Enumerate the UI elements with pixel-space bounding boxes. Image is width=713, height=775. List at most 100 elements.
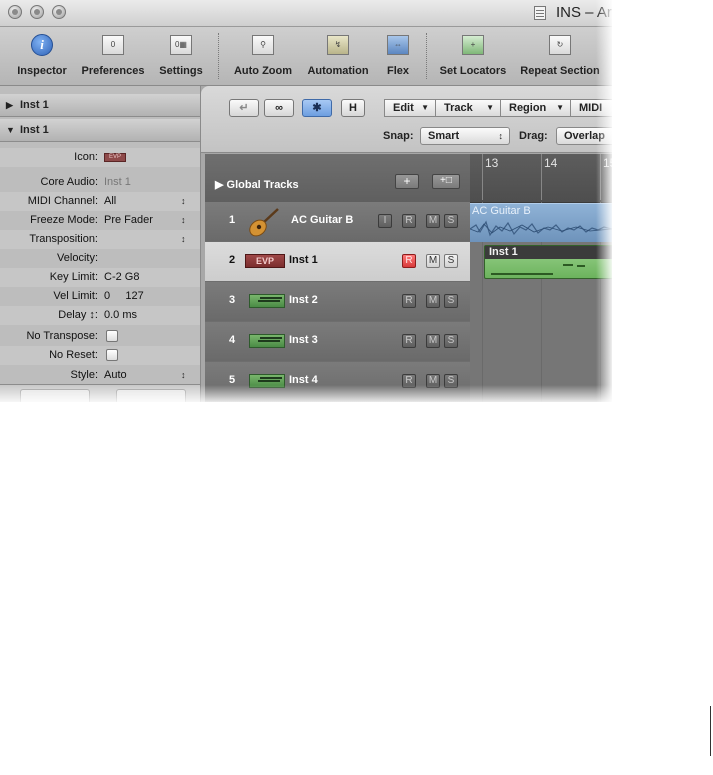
no-reset-checkbox[interactable] — [106, 349, 118, 361]
catch-icon: ↵ — [239, 102, 249, 114]
track-row[interactable]: 3 Inst 2 R M S — [205, 282, 470, 322]
snap-select[interactable]: Smart ↕ — [420, 127, 510, 145]
minimize-window-button[interactable] — [30, 5, 44, 19]
record-enable-button[interactable]: R — [402, 374, 416, 388]
stepper-arrows-icon[interactable]: ↕ — [181, 366, 186, 385]
param-velocity[interactable]: Velocity: — [0, 249, 200, 268]
updown-arrow-icon: ↕ — [498, 131, 504, 141]
solo-button[interactable]: S — [444, 214, 458, 228]
drag-label: Drag: — [519, 130, 548, 142]
input-monitor-button[interactable]: I — [378, 214, 392, 228]
stepper-arrows-icon[interactable]: ↕ — [181, 230, 186, 249]
param-core-audio: Core Audio: Inst 1 — [40, 176, 131, 188]
catch-button[interactable]: ↵ — [229, 99, 259, 117]
param-key-limit[interactable]: Key Limit: C-2 G8 — [0, 268, 200, 287]
mute-button[interactable]: M — [426, 334, 440, 348]
mute-button[interactable]: M — [426, 294, 440, 308]
param-delay[interactable]: Delay ↕: 0.0 ms — [0, 306, 200, 325]
inspector-channel-strips — [0, 384, 200, 402]
param-vel-limit[interactable]: Vel Limit: 0 127 — [0, 287, 200, 306]
main-toolbar: i Inspector 0 Preferences 0▦ Settings ⚲ … — [0, 27, 612, 86]
dropdown-arrow-icon: ▼ — [486, 103, 494, 112]
title-bar: INS – Ar — [0, 0, 612, 27]
set-locators-button[interactable]: + Set Locators — [436, 27, 510, 85]
figure-icon: ✱ — [312, 102, 322, 114]
settings-button[interactable]: 0▦ Settings — [154, 27, 208, 85]
toolbar-separator — [218, 33, 219, 79]
midi-note — [491, 273, 553, 275]
mute-button[interactable]: M — [426, 374, 440, 388]
param-style[interactable]: Style: Auto ↕ — [0, 366, 200, 385]
channel-strip-slot[interactable] — [116, 389, 186, 402]
mute-button[interactable]: M — [426, 254, 440, 268]
param-transposition[interactable]: Transposition: ↕ — [0, 230, 200, 249]
solo-button[interactable]: S — [444, 374, 458, 388]
arrange-area: ↵ ∞ ✱ H Edit ▼ Track ▼ Region ▼ MIDI Snap: … — [201, 86, 612, 402]
pointer-tool-button[interactable]: ✱ — [302, 99, 332, 117]
param-freeze-mode[interactable]: Freeze Mode: Pre Fader ↕ — [0, 211, 200, 230]
track-menu[interactable]: Track ▼ — [435, 99, 501, 117]
evp-track-icon[interactable]: EVP — [104, 153, 126, 162]
auto-zoom-button[interactable]: ⚲ Auto Zoom — [229, 27, 297, 85]
waveform — [470, 220, 612, 237]
repeat-section-button[interactable]: ↻ Repeat Section — [516, 27, 604, 85]
global-tracks-row[interactable]: ▶ Global Tracks + +□ — [205, 154, 470, 203]
link-button[interactable]: ∞ — [264, 99, 294, 117]
dropdown-arrow-icon: ▼ — [421, 103, 429, 112]
mute-button[interactable]: M — [426, 214, 440, 228]
arrange-toolbar: ↵ ∞ ✱ H Edit ▼ Track ▼ Region ▼ MIDI Snap: … — [201, 86, 612, 153]
flex-icon: ⇔ — [387, 35, 409, 55]
region-menu[interactable]: Region ▼ — [500, 99, 571, 117]
flex-button[interactable]: ⇔ Flex — [381, 27, 415, 85]
arrange-timeline[interactable]: 13 14 15 AC Guitar B Inst 1 — [470, 154, 612, 402]
param-midi-channel[interactable]: MIDI Channel: All ↕ — [0, 192, 200, 211]
window-title: INS – Ar — [556, 4, 612, 21]
info-icon: i — [31, 34, 53, 56]
logic-window: INS – Ar i Inspector 0 Preferences 0▦ Se… — [0, 0, 612, 402]
stepper-arrows-icon[interactable]: ↕ — [181, 211, 186, 230]
midi-region[interactable]: Inst 1 — [484, 245, 612, 279]
instrument-plugin-icon — [249, 374, 285, 388]
close-window-button[interactable] — [8, 5, 22, 19]
drag-select[interactable]: Overlap — [556, 127, 612, 145]
edit-menu[interactable]: Edit ▼ — [384, 99, 436, 117]
audio-region[interactable]: AC Guitar B — [470, 203, 612, 242]
solo-button[interactable]: S — [444, 294, 458, 308]
record-enable-button[interactable]: R — [402, 334, 416, 348]
solo-button[interactable]: S — [444, 334, 458, 348]
bar-ruler[interactable]: 13 14 15 — [470, 154, 612, 203]
evp-instrument-icon: EVP — [245, 254, 285, 268]
bar-line — [541, 154, 542, 200]
no-transpose-checkbox[interactable] — [106, 330, 118, 342]
record-enable-button[interactable]: R — [402, 294, 416, 308]
inspector-button[interactable]: i Inspector — [10, 27, 74, 85]
preferences-icon: 0 — [102, 35, 124, 55]
stepper-arrows-icon[interactable]: ↕ — [181, 192, 186, 211]
settings-icon: 0▦ — [170, 35, 192, 55]
solo-button[interactable]: S — [444, 254, 458, 268]
record-enable-button[interactable]: R — [402, 214, 416, 228]
page-margin-line — [710, 706, 711, 756]
automation-button[interactable]: ↯ Automation — [302, 27, 374, 85]
duplicate-track-button[interactable]: +□ — [432, 174, 460, 189]
track-row[interactable]: 5 Inst 4 R M S — [205, 362, 470, 402]
set-locators-icon: + — [462, 35, 484, 55]
track-row[interactable]: 4 Inst 3 R M S — [205, 322, 470, 362]
channel-strip-slot[interactable] — [20, 389, 90, 402]
new-track-button[interactable]: + — [395, 174, 419, 189]
inspector-panel: ▶ Inst 1 ▼ Inst 1 Icon: EVP Core Audio: In… — [0, 86, 201, 402]
track-row[interactable]: 1 AC Guitar B I R M S — [205, 202, 470, 242]
record-enable-button[interactable]: R — [402, 254, 416, 268]
midi-note — [577, 265, 585, 267]
hide-button[interactable]: H — [341, 99, 365, 117]
param-no-transpose: No Transpose: — [0, 327, 200, 346]
preferences-button[interactable]: 0 Preferences — [78, 27, 148, 85]
midi-menu[interactable]: MIDI — [570, 99, 612, 117]
param-icon: Icon: EVP — [0, 148, 200, 167]
zoom-window-button[interactable] — [52, 5, 66, 19]
track-row-selected[interactable]: 2 EVP Inst 1 R M S — [205, 242, 470, 282]
region-parameters-header[interactable]: ▶ Inst 1 — [0, 94, 200, 117]
document-icon — [534, 6, 546, 20]
repeat-section-icon: ↻ — [549, 35, 571, 55]
track-parameters-header[interactable]: ▼ Inst 1 — [0, 119, 200, 142]
